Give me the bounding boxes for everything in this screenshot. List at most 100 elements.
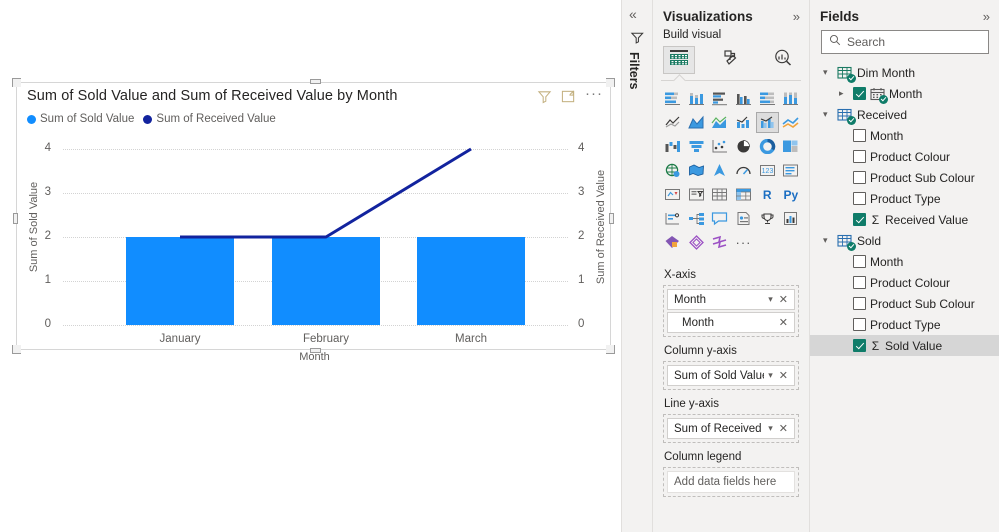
pie-chart-icon[interactable] — [732, 136, 755, 157]
key-influencers-visual-icon[interactable] — [661, 208, 684, 229]
line-chart-icon[interactable] — [661, 112, 684, 133]
clustered-bar-chart-icon[interactable] — [708, 88, 731, 109]
report-canvas[interactable]: Sum of Sold Value and Sum of Received Va… — [0, 0, 621, 532]
smart-narrative-visual-icon[interactable] — [732, 208, 755, 229]
stacked-bar-chart-icon[interactable] — [661, 88, 684, 109]
power-automate-visual-icon[interactable] — [685, 232, 708, 253]
focus-mode-icon[interactable] — [561, 89, 576, 104]
field-checkbox[interactable] — [853, 276, 866, 289]
field-checkbox[interactable] — [853, 87, 866, 100]
field-received-month[interactable]: Month — [821, 125, 999, 146]
field-sold-product-colour[interactable]: Product Colour — [821, 272, 999, 293]
fields-table-received[interactable]: ▾ Received — [821, 104, 999, 125]
well-x-axis[interactable]: Month ▾ ✕ Month ✕ — [663, 285, 799, 337]
slicer-visual-icon[interactable] — [685, 184, 708, 205]
field-sold-product-sub-colour[interactable]: Product Sub Colour — [821, 293, 999, 314]
chevron-down-icon[interactable]: ▾ — [768, 294, 773, 305]
line-series-received-value[interactable] — [17, 135, 612, 351]
qna-visual-icon[interactable] — [708, 208, 731, 229]
matrix-visual-icon[interactable] — [732, 184, 755, 205]
field-checkbox[interactable] — [853, 129, 866, 142]
field-checkbox[interactable] — [853, 339, 866, 352]
field-checkbox[interactable] — [853, 318, 866, 331]
format-visual-tab[interactable] — [715, 46, 747, 74]
azure-map-chart-icon[interactable] — [708, 160, 731, 181]
r-script-visual-icon[interactable]: R — [756, 184, 779, 205]
field-received-product-type[interactable]: Product Type — [821, 188, 999, 209]
map-chart-icon[interactable] — [661, 160, 684, 181]
multi-row-card-visual-icon[interactable] — [779, 160, 802, 181]
legend-item-sold[interactable]: Sum of Sold Value — [27, 113, 134, 125]
decomposition-tree-visual-icon[interactable] — [685, 208, 708, 229]
resize-handle-top-middle[interactable] — [310, 79, 321, 84]
line-and-stacked-column-chart-icon[interactable] — [732, 112, 755, 133]
area-chart-icon[interactable] — [685, 112, 708, 133]
collapse-filters-icon[interactable]: « — [629, 7, 637, 21]
field-sold-product-type[interactable]: Product Type — [821, 314, 999, 335]
scatter-chart-icon[interactable] — [708, 136, 731, 157]
field-dim-month-month[interactable]: ▸ Month — [821, 83, 999, 104]
field-checkbox[interactable] — [853, 192, 866, 205]
clustered-column-chart-icon[interactable] — [732, 88, 755, 109]
filters-pane-collapsed[interactable]: « Filters — [621, 0, 653, 532]
remove-field-icon[interactable]: ✕ — [777, 293, 790, 306]
more-options-icon[interactable]: ··· — [585, 86, 603, 103]
chevron-down-icon[interactable]: ▾ — [768, 423, 773, 434]
gauge-chart-icon[interactable] — [732, 160, 755, 181]
well-column-legend[interactable]: Add data fields here — [663, 467, 799, 497]
remove-field-icon[interactable]: ✕ — [777, 422, 790, 435]
field-checkbox[interactable] — [853, 213, 866, 226]
field-received-product-colour[interactable]: Product Colour — [821, 146, 999, 167]
chip-x-axis-month-hierarchy[interactable]: Month ▾ ✕ — [667, 289, 795, 310]
resize-handle-bottom-middle[interactable] — [310, 348, 321, 353]
kpi-visual-icon[interactable] — [661, 184, 684, 205]
more-visuals-icon[interactable]: ··· — [732, 232, 755, 253]
combo-chart-visual[interactable]: Sum of Sold Value and Sum of Received Va… — [12, 78, 615, 363]
well-column-y-axis[interactable]: Sum of Sold Value ▾ ✕ — [663, 361, 799, 390]
100-percent-stacked-bar-chart-icon[interactable] — [756, 88, 779, 109]
filter-icon[interactable] — [630, 30, 645, 50]
remove-field-icon[interactable]: ✕ — [777, 369, 790, 382]
ribbon-chart-icon[interactable] — [779, 112, 802, 133]
well-placeholder[interactable]: Add data fields here — [667, 471, 795, 493]
resize-handle-top-right[interactable] — [606, 78, 615, 87]
remove-field-icon[interactable]: ✕ — [777, 316, 790, 329]
chevron-down-icon[interactable]: ▾ — [823, 67, 833, 78]
power-apps-visual-icon[interactable] — [661, 232, 684, 253]
field-checkbox[interactable] — [853, 150, 866, 163]
field-sold-sold-value[interactable]: Σ Sold Value — [810, 335, 999, 356]
well-line-y-axis[interactable]: Sum of Received Value ▾ ✕ — [663, 414, 799, 443]
funnel-chart-icon[interactable] — [685, 136, 708, 157]
resize-handle-bottom-left[interactable] — [12, 345, 21, 354]
treemap-chart-icon[interactable] — [779, 136, 802, 157]
chip-column-y-axis-sold-value[interactable]: Sum of Sold Value ▾ ✕ — [667, 365, 795, 386]
chevron-down-icon[interactable]: ▾ — [823, 235, 833, 246]
search-input[interactable]: Search — [821, 30, 989, 54]
waterfall-chart-icon[interactable] — [661, 136, 684, 157]
expand-fields-icon[interactable]: » — [983, 10, 990, 23]
line-and-clustered-column-chart-icon[interactable] — [755, 112, 779, 133]
filter-icon[interactable] — [537, 89, 552, 104]
fields-table-dim-month[interactable]: ▾ Dim Month — [821, 62, 999, 83]
donut-chart-icon[interactable] — [756, 136, 779, 157]
metrics-visual-icon[interactable] — [756, 208, 779, 229]
100-percent-stacked-column-chart-icon[interactable] — [779, 88, 802, 109]
resize-handle-bottom-right[interactable] — [606, 345, 615, 354]
field-received-product-sub-colour[interactable]: Product Sub Colour — [821, 167, 999, 188]
build-visual-tab[interactable] — [663, 46, 696, 74]
chevron-down-icon[interactable]: ▾ — [768, 370, 773, 381]
table-visual-icon[interactable] — [708, 184, 731, 205]
expand-visualizations-icon[interactable]: » — [793, 10, 800, 23]
field-checkbox[interactable] — [853, 255, 866, 268]
field-checkbox[interactable] — [853, 297, 866, 310]
field-checkbox[interactable] — [853, 171, 866, 184]
chevron-right-icon[interactable]: ▸ — [839, 88, 849, 99]
resize-handle-top-left[interactable] — [12, 78, 21, 87]
legend-item-received[interactable]: Sum of Received Value — [143, 113, 276, 125]
paginated-report-visual-icon[interactable] — [779, 208, 802, 229]
chip-x-axis-month-level[interactable]: Month ✕ — [667, 312, 795, 333]
filled-map-chart-icon[interactable] — [685, 160, 708, 181]
python-script-visual-icon[interactable]: Py — [779, 184, 802, 205]
arcgis-maps-visual-icon[interactable] — [708, 232, 731, 253]
resize-handle-right-middle[interactable] — [609, 213, 614, 224]
